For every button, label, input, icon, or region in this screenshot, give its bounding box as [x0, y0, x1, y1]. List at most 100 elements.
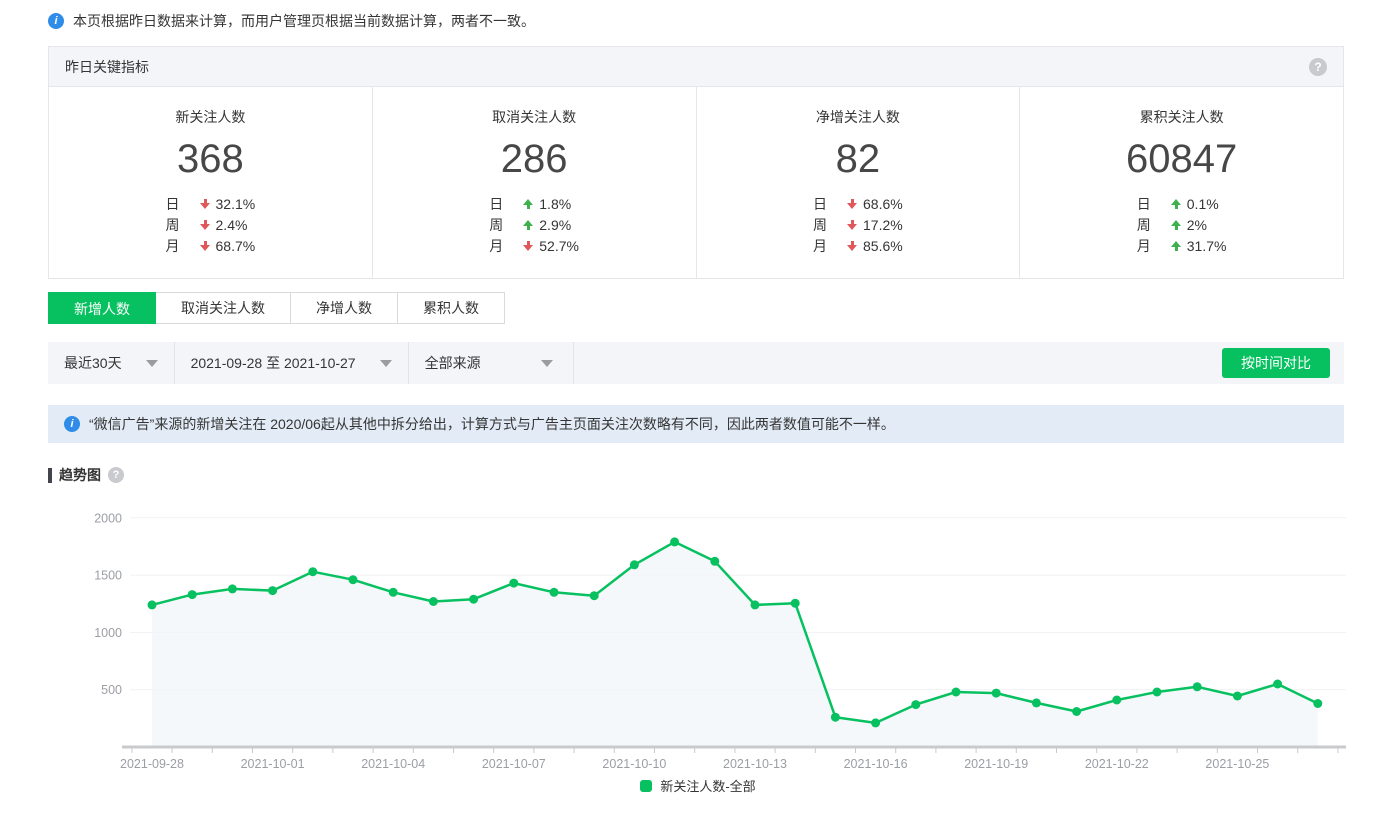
up-arrow-icon [1171, 219, 1182, 231]
info-icon: i [64, 416, 80, 432]
data-point [509, 579, 518, 588]
metric-stats: 日 0.1% 周 2% 月 31.7% [1137, 193, 1227, 256]
stat-value: 31.7% [1187, 238, 1227, 254]
up-arrow-icon [523, 219, 534, 231]
tab-new-followers[interactable]: 新增人数 [48, 292, 156, 324]
metric-value: 286 [373, 136, 696, 182]
x-axis-label: 2021-10-13 [723, 757, 787, 769]
key-metrics-panel: 昨日关键指标 ? 新关注人数368日32.1%周2.4%月68.7%取消关注人数… [48, 46, 1344, 279]
x-axis-label: 2021-10-10 [602, 757, 666, 769]
data-point [1032, 698, 1041, 707]
top-notice: i 本页根据昨日数据来计算，而用户管理页根据当前数据计算，两者不一致。 [0, 0, 1392, 33]
x-axis-label: 2021-10-16 [844, 757, 908, 769]
x-axis-label: 2021-10-04 [361, 757, 425, 769]
stat-row: 月 68.7% [166, 235, 256, 256]
chevron-down-icon [146, 360, 158, 367]
tab-unfollowers[interactable]: 取消关注人数 [156, 292, 291, 324]
data-point [710, 557, 719, 566]
time-range-dropdown[interactable]: 最近30天 [48, 342, 175, 384]
stat-row: 周2.4% [166, 214, 256, 235]
down-arrow-icon [847, 219, 858, 231]
data-point [268, 586, 277, 595]
data-point [1233, 692, 1242, 701]
data-point [911, 700, 920, 709]
period-label: 周 [1137, 215, 1153, 235]
period-label: 月 [1137, 236, 1153, 256]
help-icon[interactable]: ? [1309, 58, 1327, 76]
data-point [1313, 699, 1322, 708]
period-label: 月 [489, 236, 505, 256]
stat-row: 日1.8% [489, 193, 579, 214]
key-metrics-title: 昨日关键指标 [65, 57, 149, 77]
help-icon[interactable]: ? [108, 467, 124, 483]
metric-card: 净增关注人数82日68.6%周17.2%月85.6% [696, 87, 1020, 278]
period-label: 日 [813, 194, 829, 214]
date-range-value: 2021-09-28 至 2021-10-27 [191, 353, 356, 373]
period-label: 日 [166, 194, 182, 214]
data-point [148, 600, 157, 609]
top-notice-text: 本页根据昨日数据来计算，而用户管理页根据当前数据计算，两者不一致。 [73, 11, 535, 31]
time-range-value: 最近30天 [64, 353, 122, 373]
metric-stats: 日1.8%周 2.9% 月52.7% [489, 193, 579, 256]
data-point [1193, 682, 1202, 691]
stat-value: 68.7% [216, 238, 256, 254]
data-point [228, 584, 237, 593]
stat-row: 周 2% [1137, 214, 1227, 235]
stat-row: 周 2.9% [489, 214, 579, 235]
y-axis-label: 2000 [94, 511, 122, 525]
up-arrow-icon [1171, 240, 1182, 252]
data-point [1153, 688, 1162, 697]
y-axis-label: 500 [101, 683, 122, 697]
data-point [1273, 680, 1282, 689]
stat-row: 月 31.7% [1137, 235, 1227, 256]
legend-marker-icon [640, 780, 652, 792]
data-point [429, 597, 438, 606]
trend-chart-title: 趋势图 ? [48, 465, 1344, 485]
stat-row: 日68.6% [813, 193, 903, 214]
down-arrow-icon [200, 198, 211, 210]
trend-chart-svg: 5001000150020002021-09-282021-10-012021-… [48, 493, 1348, 769]
period-label: 周 [489, 215, 505, 235]
stat-value: 17.2% [863, 217, 903, 233]
stat-value: 2.9% [539, 217, 571, 233]
chart-legend-item[interactable]: 新关注人数-全部 [48, 776, 1348, 795]
stat-value: 2% [1187, 217, 1207, 233]
period-label: 日 [489, 194, 505, 214]
data-point [871, 718, 880, 727]
period-label: 日 [1137, 194, 1153, 214]
data-point [831, 713, 840, 722]
compare-by-time-button[interactable]: 按时间对比 [1222, 348, 1330, 378]
chevron-down-icon [380, 360, 392, 367]
data-point [188, 590, 197, 599]
down-arrow-icon [847, 240, 858, 252]
stat-row: 日32.1% [166, 193, 256, 214]
data-point [630, 560, 639, 569]
metric-value: 368 [49, 136, 372, 182]
x-axis-label: 2021-10-25 [1205, 757, 1269, 769]
data-point [952, 688, 961, 697]
date-range-dropdown[interactable]: 2021-09-28 至 2021-10-27 [175, 342, 409, 384]
metric-value: 60847 [1020, 136, 1343, 182]
period-label: 月 [166, 236, 182, 256]
banner-text: “微信广告”来源的新增关注在 2020/06起从其他中拆分给出，计算方式与广告主… [89, 414, 895, 434]
stat-value: 2.4% [216, 217, 248, 233]
stat-row: 周17.2% [813, 214, 903, 235]
period-label: 月 [813, 236, 829, 256]
down-arrow-icon [200, 240, 211, 252]
trend-chart: 5001000150020002021-09-282021-10-012021-… [48, 493, 1392, 772]
y-axis-label: 1000 [94, 626, 122, 640]
stat-row: 月85.6% [813, 235, 903, 256]
source-value: 全部来源 [425, 353, 481, 373]
x-axis-label: 2021-10-07 [482, 757, 546, 769]
title-bar-icon [48, 468, 52, 483]
tab-cumulative[interactable]: 累积人数 [398, 292, 505, 324]
stat-value: 0.1% [1187, 196, 1219, 212]
source-dropdown[interactable]: 全部来源 [409, 342, 574, 384]
filter-bar: 最近30天 2021-09-28 至 2021-10-27 全部来源 按时间对比 [48, 342, 1344, 384]
down-arrow-icon [200, 219, 211, 231]
stat-row: 月52.7% [489, 235, 579, 256]
tab-net-increase[interactable]: 净增人数 [291, 292, 398, 324]
metric-card: 取消关注人数286日1.8%周2.9%月52.7% [372, 87, 696, 278]
info-icon: i [48, 13, 64, 29]
metric-label: 净增关注人数 [697, 107, 1020, 127]
